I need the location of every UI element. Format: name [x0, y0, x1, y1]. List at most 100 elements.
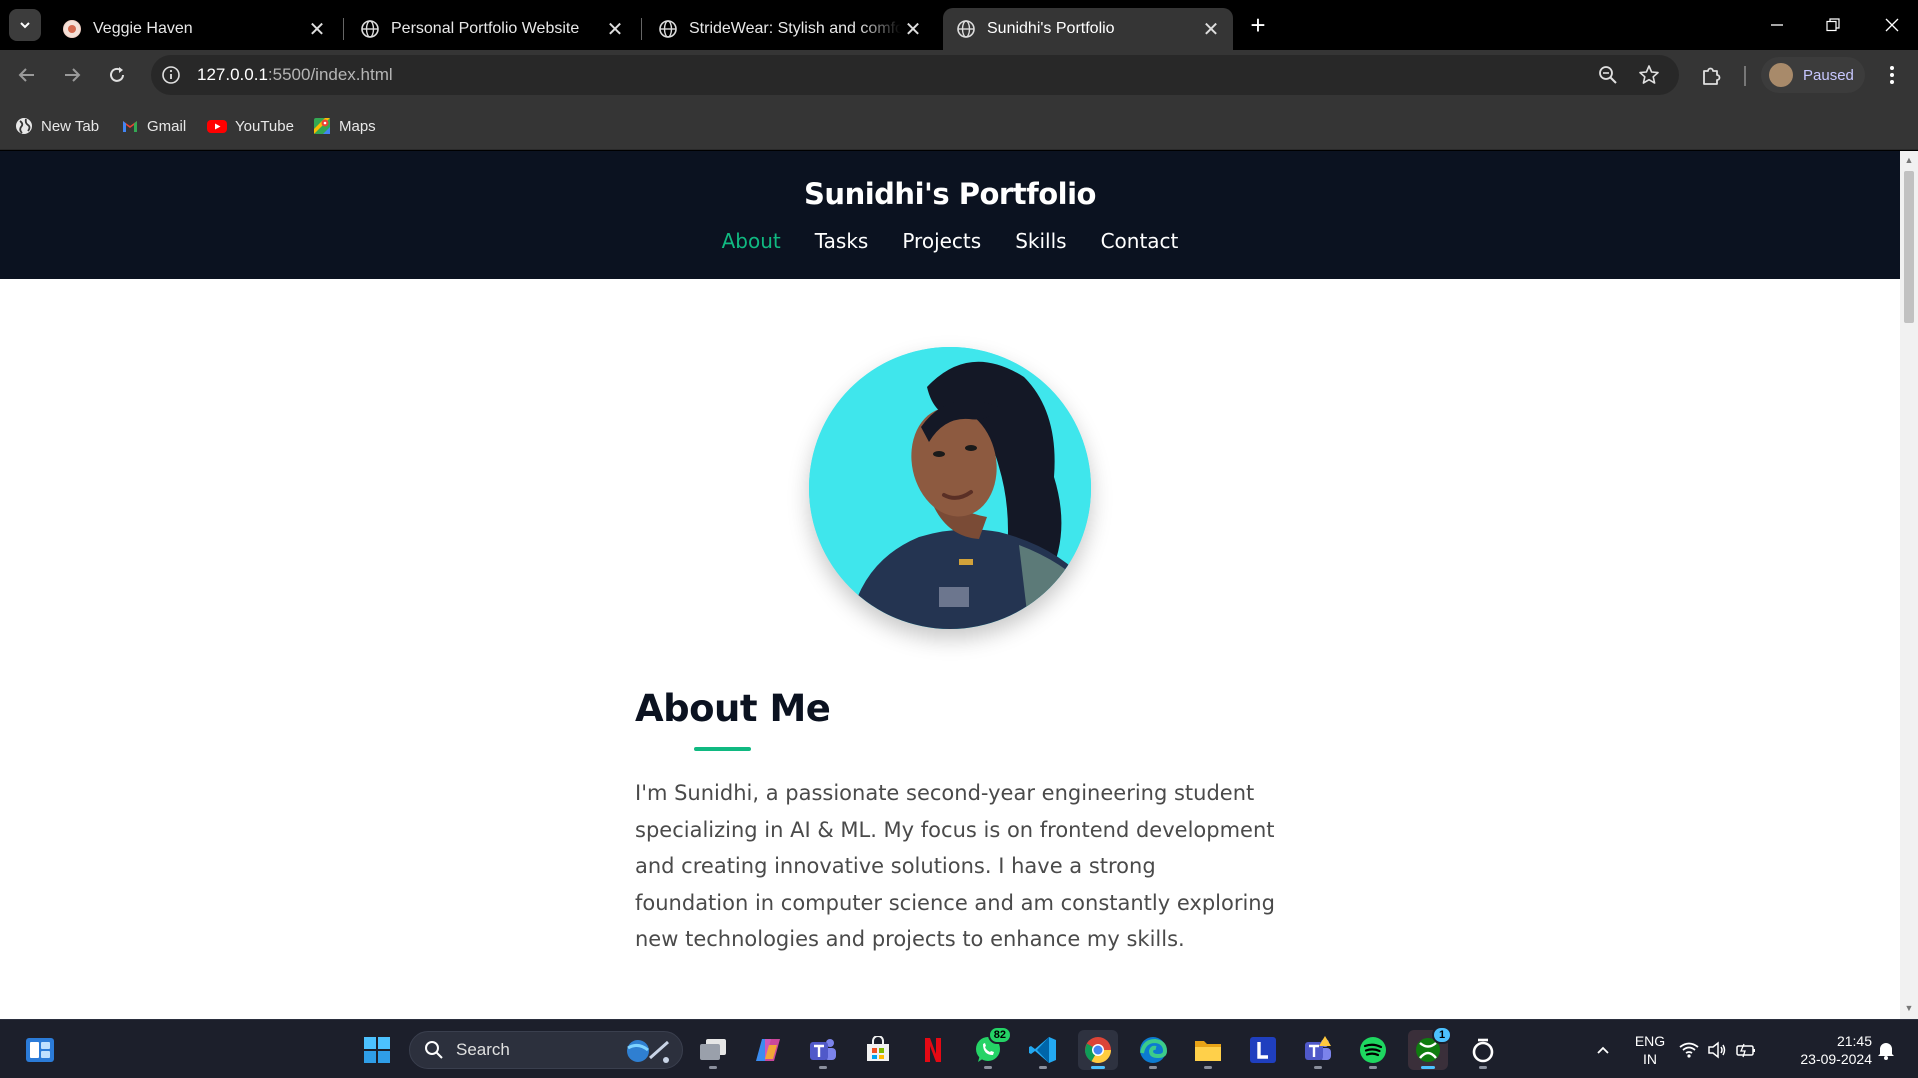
l-app-icon[interactable]	[1243, 1030, 1283, 1070]
bookmark-maps[interactable]: Maps	[313, 115, 376, 137]
about-paragraph: I'm Sunidhi, a passionate second-year en…	[635, 781, 1275, 952]
xbox-icon[interactable]: 1	[1408, 1026, 1452, 1070]
clock-date: 23-09-2024	[1800, 1051, 1872, 1067]
site-nav: About Tasks Projects Skills Contact	[0, 229, 1900, 253]
url-path: :5500/index.html	[267, 65, 393, 84]
page-viewport: Sunidhi's Portfolio About Tasks Projects…	[0, 151, 1900, 1019]
globe-icon	[957, 20, 975, 38]
tab-title: Personal Portfolio Website	[391, 20, 580, 37]
whatsapp-icon[interactable]: 82	[968, 1026, 1012, 1070]
chrome-icon[interactable]	[1078, 1030, 1118, 1070]
close-window-icon[interactable]	[1872, 10, 1912, 40]
spotify-icon[interactable]	[1353, 1030, 1393, 1070]
browser-toolbar: 127.0.0.1:5500/index.html Paused	[0, 50, 1918, 100]
zoom-icon[interactable]	[1597, 64, 1619, 86]
edge-icon[interactable]	[1133, 1030, 1173, 1070]
netflix-icon[interactable]	[913, 1030, 953, 1070]
site-header: Sunidhi's Portfolio About Tasks Projects…	[0, 151, 1900, 279]
nav-contact[interactable]: Contact	[1101, 229, 1179, 253]
globe-icon	[659, 20, 677, 38]
close-tab-icon[interactable]: ✕	[1199, 17, 1223, 41]
minimize-icon[interactable]	[1757, 10, 1797, 40]
teams-classic-icon[interactable]	[1298, 1030, 1338, 1070]
file-explorer-icon[interactable]	[1188, 1030, 1228, 1070]
maps-icon	[314, 118, 330, 134]
tab-sunidhis-portfolio[interactable]: Sunidhi's Portfolio ✕	[943, 8, 1233, 50]
veggie-favicon-icon	[63, 20, 81, 38]
scroll-down-icon[interactable]: ▼	[1904, 1003, 1914, 1013]
nav-tasks[interactable]: Tasks	[815, 229, 869, 253]
nav-skills[interactable]: Skills	[1015, 229, 1066, 253]
tab-stridewear[interactable]: StrideWear: Stylish and comfort ✕	[645, 8, 935, 50]
circle-app-icon[interactable]	[1463, 1030, 1503, 1070]
close-tab-icon[interactable]: ✕	[603, 17, 627, 41]
new-tab-button[interactable]: +	[1245, 12, 1271, 38]
site-info-icon[interactable]	[161, 65, 181, 85]
system-tray-status[interactable]	[1676, 1030, 1760, 1070]
chevron-down-icon	[20, 22, 30, 29]
notification-badge: 1	[1432, 1026, 1452, 1044]
reload-icon[interactable]	[102, 60, 132, 90]
tab-veggie-haven[interactable]: Veggie Haven ✕	[49, 8, 339, 50]
notification-badge: 82	[987, 1026, 1012, 1044]
search-label: Search	[456, 1040, 510, 1059]
language-indicator[interactable]: ENG IN	[1630, 1032, 1670, 1068]
address-url[interactable]: 127.0.0.1:5500/index.html	[197, 65, 393, 85]
scroll-up-icon[interactable]: ▲	[1904, 155, 1914, 165]
close-tab-icon[interactable]: ✕	[901, 17, 925, 41]
taskbar-search[interactable]: Search	[409, 1031, 683, 1069]
scroll-thumb[interactable]	[1904, 171, 1914, 323]
notification-bell-icon[interactable]	[1874, 1030, 1898, 1070]
tab-title: Sunidhi's Portfolio	[987, 20, 1115, 37]
bookmark-label: New Tab	[41, 117, 100, 135]
language-code: ENG	[1634, 1033, 1666, 1049]
copilot-icon[interactable]	[748, 1030, 788, 1070]
clock[interactable]: 21:45 23-09-2024	[1782, 1032, 1872, 1068]
page-scrollbar[interactable]: ▲ ▼	[1900, 151, 1918, 1019]
toolbar-divider	[1744, 66, 1746, 86]
nav-about[interactable]: About	[722, 229, 781, 253]
bookmark-gmail[interactable]: Gmail	[121, 115, 186, 137]
profile-button[interactable]: Paused	[1761, 57, 1865, 93]
back-icon[interactable]	[12, 60, 42, 90]
tab-separator	[641, 18, 642, 40]
search-highlight-icon	[627, 1040, 669, 1063]
restore-icon[interactable]	[1813, 10, 1853, 40]
vscode-icon[interactable]	[1023, 1030, 1063, 1070]
close-tab-icon[interactable]: ✕	[305, 17, 329, 41]
bookmark-new-tab[interactable]: New Tab	[15, 115, 99, 137]
profile-photo-image	[809, 347, 1091, 629]
tab-title: Veggie Haven	[93, 20, 193, 37]
about-heading: About Me	[635, 687, 831, 730]
tab-strip: Veggie Haven ✕ Personal Portfolio Websit…	[0, 0, 1918, 50]
volume-icon	[1708, 1041, 1726, 1059]
globe-icon	[361, 20, 379, 38]
bookmarks-bar: New Tab Gmail YouTube Maps	[0, 100, 1918, 150]
start-windows-icon[interactable]	[357, 1030, 397, 1070]
tab-search-button[interactable]	[9, 9, 41, 41]
language-region: IN	[1643, 1051, 1657, 1067]
taskbar: Search 82 1 ENG IN 21:45 23-09-2024	[0, 1019, 1918, 1078]
bookmark-label: YouTube	[235, 117, 294, 135]
microsoft-store-icon[interactable]	[858, 1030, 898, 1070]
profile-status: Paused	[1803, 66, 1854, 84]
kebab-menu-icon[interactable]	[1880, 62, 1904, 88]
nav-projects[interactable]: Projects	[902, 229, 981, 253]
bookmark-star-icon[interactable]	[1638, 64, 1660, 86]
tab-personal-portfolio[interactable]: Personal Portfolio Website ✕	[347, 8, 637, 50]
heading-underline	[694, 747, 751, 751]
search-icon	[425, 1041, 443, 1059]
forward-icon[interactable]	[57, 60, 87, 90]
globe-icon	[16, 118, 32, 134]
avatar	[1769, 63, 1793, 87]
bookmark-label: Gmail	[147, 117, 187, 135]
extensions-icon[interactable]	[1699, 62, 1725, 88]
task-view-icon[interactable]	[693, 1030, 733, 1070]
youtube-icon	[207, 120, 227, 133]
teams-icon[interactable]	[803, 1030, 843, 1070]
address-bar[interactable]: 127.0.0.1:5500/index.html	[151, 55, 1679, 95]
url-host: 127.0.0.1	[197, 65, 268, 84]
widgets-icon[interactable]	[20, 1030, 60, 1070]
bookmark-youtube[interactable]: YouTube	[207, 115, 294, 137]
show-hidden-icons-chevron-up-icon[interactable]	[1583, 1030, 1623, 1070]
